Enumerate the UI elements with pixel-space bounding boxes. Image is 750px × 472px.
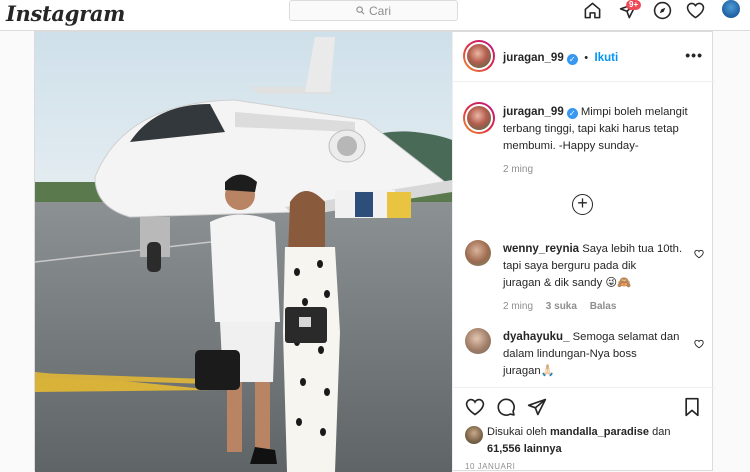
comment-likes[interactable]: 3 suka — [546, 301, 577, 312]
post-actions: Disukai oleh mandalla_paradise dan 61,55… — [453, 387, 715, 472]
author-username[interactable]: juragan_99 — [503, 52, 564, 64]
post-card: juragan_99 ✓ • Ikuti ••• juragan_99 ✓ Mimp… — [34, 31, 715, 472]
verified-badge-icon: ✓ — [566, 108, 578, 119]
caption-timestamp: 2 ming — [503, 164, 534, 175]
post-caption: juragan_99 ✓ Mimpi boleh melangit terbang… — [503, 104, 708, 175]
instagram-logo[interactable]: Instagram — [6, 1, 125, 26]
home-icon[interactable] — [583, 0, 602, 20]
explore-compass-icon[interactable] — [653, 0, 672, 20]
follow-button[interactable]: Ikuti — [595, 52, 619, 64]
caption-line-2: terbang tinggi, tapi kaki harus tetap — [503, 123, 679, 135]
comment-like-heart-icon[interactable] — [694, 246, 704, 264]
caption-line-1: Mimpi boleh melangit — [580, 106, 688, 118]
top-navigation-bar: Instagram Cari 9+ — [0, 0, 750, 31]
comment-like-heart-icon[interactable] — [694, 336, 704, 354]
comment-username[interactable]: dyahayuku_ — [503, 331, 569, 343]
more-options-icon[interactable]: ••• — [685, 47, 703, 63]
separator-dot: • — [584, 52, 589, 64]
reply-button[interactable]: Balas — [590, 301, 617, 312]
share-icon[interactable] — [527, 397, 547, 422]
liked-by-summary: Disukai oleh mandalla_paradise dan — [487, 424, 707, 440]
comment-line-1: Saya lebih tua 10th. — [582, 243, 683, 255]
comment-line-2: tapi saya berguru pada dik — [503, 260, 637, 272]
activity-heart-icon[interactable] — [686, 0, 705, 20]
comment-timestamp: 2 ming — [503, 301, 534, 312]
liker-avatar[interactable] — [465, 426, 483, 444]
comment-item: dyahayuku_ Semoga selamat dan dalam lind… — [503, 329, 683, 380]
post-side-panel: juragan_99 ✓ • Ikuti ••• juragan_99 ✓ Mimp… — [452, 32, 715, 472]
search-icon — [356, 6, 365, 15]
comment-item: wenny_reynia Saya lebih tua 10th. tapi s… — [503, 241, 683, 312]
comment-line-3: juragan🙏🏻 — [503, 365, 555, 377]
liked-by-user[interactable]: mandalla_paradise — [550, 426, 649, 438]
comment-line-3: juragan & dik sandy 😜🙈 — [503, 277, 632, 289]
commenter-avatar[interactable] — [465, 240, 491, 266]
load-more-comments-button[interactable]: + — [572, 194, 593, 215]
comment-bubble-icon[interactable] — [496, 397, 516, 422]
post-header: juragan_99 ✓ • Ikuti ••• — [453, 32, 715, 82]
post-date[interactable]: 10 JANUARI — [465, 462, 515, 471]
comment-line-1: Semoga selamat dan — [572, 331, 680, 343]
verified-badge-icon: ✓ — [566, 54, 578, 65]
like-heart-icon[interactable] — [465, 397, 485, 422]
caption-line-3: membumi. -Happy sunday- — [503, 140, 639, 152]
caption-username[interactable]: juragan_99 — [503, 106, 564, 118]
author-avatar[interactable] — [463, 40, 495, 72]
post-photo[interactable] — [35, 32, 452, 472]
caption-author-avatar[interactable] — [463, 102, 495, 134]
search-placeholder: Cari — [368, 3, 391, 18]
comment-username[interactable]: wenny_reynia — [503, 243, 579, 255]
liked-by-prefix: Disukai oleh — [487, 426, 547, 438]
profile-avatar[interactable] — [722, 0, 740, 18]
search-input[interactable]: Cari — [289, 0, 458, 21]
save-bookmark-icon[interactable] — [683, 397, 701, 422]
liked-by-and: dan — [652, 426, 671, 438]
liked-by-count[interactable]: 61,556 lainnya — [487, 441, 727, 457]
notification-badge: 9+ — [626, 0, 642, 10]
commenter-avatar[interactable] — [465, 328, 491, 354]
comment-line-2: dalam lindungan-Nya boss — [503, 348, 637, 360]
